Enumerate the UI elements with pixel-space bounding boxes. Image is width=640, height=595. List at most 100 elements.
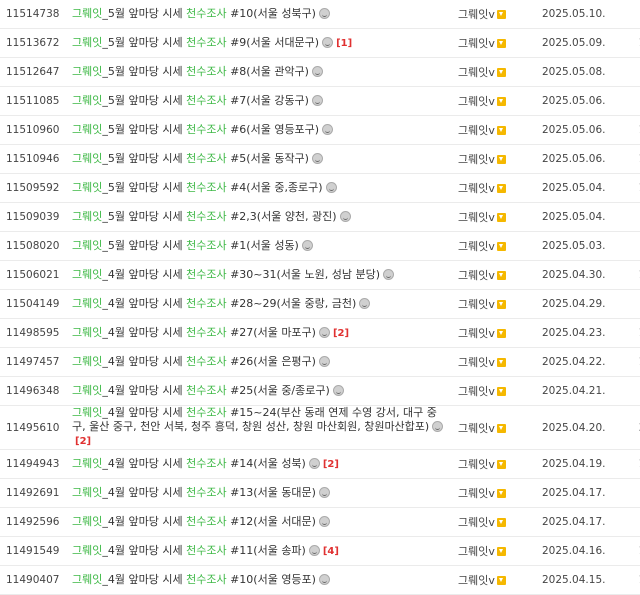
comment-count[interactable]: [4] — [323, 546, 339, 557]
post-title-cell: 그뤠잇_5월 앞마당 시세 천수조사 #9(서울 서대문구) [1] — [66, 29, 452, 58]
post-title-link[interactable]: 그뤠잇_5월 앞마당 시세 천수조사 #8(서울 관악구) — [72, 65, 323, 78]
title-text: #9(서울 서대문구) — [226, 35, 320, 49]
post-title-link[interactable]: 그뤠잇_5월 앞마당 시세 천수조사 #10(서울 성북구) — [72, 7, 330, 20]
post-row[interactable]: 11494943 그뤠잇_4월 앞마당 시세 천수조사 #14(서울 성북) [2]… — [0, 450, 640, 479]
post-title-link[interactable]: 그뤠잇_5월 앞마당 시세 천수조사 #9(서울 서대문구) — [72, 35, 334, 49]
post-number: 11497457 — [6, 356, 60, 368]
post-writer[interactable]: 그뤠잇v — [452, 450, 542, 479]
post-title-link[interactable]: 그뤠잇_4월 앞마당 시세 천수조사 #12(서울 서대문) — [72, 515, 330, 528]
post-title-link[interactable]: 그뤠잇_4월 앞마당 시세 천수조사 #11(서울 송파) — [72, 544, 320, 557]
post-number: 11511085 — [6, 95, 60, 107]
post-title-link[interactable]: 그뤠잇_5월 앞마당 시세 천수조사 #5(서울 동작구) — [72, 152, 323, 165]
post-row[interactable]: 11504149 그뤠잇_4월 앞마당 시세 천수조사 #28~29(서울 중랑,… — [0, 290, 640, 319]
title-text: #25(서울 중/종로구) — [226, 384, 330, 397]
post-row[interactable]: 11510960 그뤠잇_5월 앞마당 시세 천수조사 #6(서울 영등포구) 그뤠… — [0, 116, 640, 145]
post-title-link[interactable]: 그뤠잇_4월 앞마당 시세 천수조사 #25(서울 중/종로구) — [72, 384, 344, 397]
post-writer[interactable]: 그뤠잇v — [452, 232, 542, 261]
post-writer[interactable]: 그뤠잇v — [452, 319, 542, 348]
title-text: _4월 앞마당 시세 — [102, 456, 187, 470]
post-writer[interactable]: 그뤠잇v — [452, 29, 542, 58]
post-writer[interactable]: 그뤠잇v — [452, 203, 542, 232]
title-highlight: 그뤠잇 — [72, 65, 103, 78]
post-title-cell: 그뤠잇_4월 앞마당 시세 천수조사 #25(서울 중/종로구) — [66, 377, 452, 406]
post-row[interactable]: 11490407 그뤠잇_4월 앞마당 시세 천수조사 #10(서울 영등포) 그뤠… — [0, 566, 640, 595]
post-date: 2025.05.06. — [542, 124, 606, 136]
post-title-link[interactable]: 그뤠잇_4월 앞마당 시세 천수조사 #26(서울 은평구) — [72, 355, 330, 368]
title-text: _4월 앞마당 시세 — [102, 543, 187, 557]
post-writer[interactable]: 그뤠잇v — [452, 174, 542, 203]
title-highlight: 천수조사 — [186, 297, 227, 310]
title-text: _4월 앞마당 시세 — [102, 573, 187, 586]
title-text: _4월 앞마당 시세 — [102, 486, 187, 499]
post-row[interactable]: 11492691 그뤠잇_4월 앞마당 시세 천수조사 #13(서울 동대문) 그뤠… — [0, 479, 640, 508]
post-row[interactable]: 11497457 그뤠잇_4월 앞마당 시세 천수조사 #26(서울 은평구) 그뤠… — [0, 348, 640, 377]
post-writer[interactable]: 그뤠잇v — [452, 377, 542, 406]
post-title-link[interactable]: 그뤠잇_4월 앞마당 시세 천수조사 #10(서울 영등포) — [72, 573, 330, 586]
post-row[interactable]: 11495610 그뤠잇_4월 앞마당 시세 천수조사 #15~24(부산 동래 … — [0, 406, 640, 450]
post-title-link[interactable]: 그뤠잇_5월 앞마당 시세 천수조사 #4(서울 중,종로구) — [72, 181, 337, 194]
post-date: 2025.05.06. — [542, 153, 606, 165]
writer-name: 그뤠잇v — [458, 516, 495, 529]
post-row[interactable]: 11511085 그뤠잇_5월 앞마당 시세 천수조사 #7(서울 강동구) 그뤠잇… — [0, 87, 640, 116]
post-row[interactable]: 11510946 그뤠잇_5월 앞마당 시세 천수조사 #5(서울 동작구) 그뤠잇… — [0, 145, 640, 174]
post-title-link[interactable]: 그뤠잇_5월 앞마당 시세 천수조사 #1(서울 성동) — [72, 239, 313, 252]
post-title-link[interactable]: 그뤠잇_4월 앞마당 시세 천수조사 #13(서울 동대문) — [72, 486, 330, 499]
post-title-link[interactable]: 그뤠잇_4월 앞마당 시세 천수조사 #27(서울 마포구) — [72, 326, 330, 339]
post-row[interactable]: 11506021 그뤠잇_4월 앞마당 시세 천수조사 #30~31(서울 노원,… — [0, 261, 640, 290]
emoticon-icon — [318, 326, 330, 338]
post-list-body: 11514738 그뤠잇_5월 앞마당 시세 천수조사 #10(서울 성북구) 그뤠… — [0, 0, 640, 595]
title-highlight: 천수조사 — [186, 515, 227, 528]
post-row[interactable]: 11509039 그뤠잇_5월 앞마당 시세 천수조사 #2,3(서울 양천, 광… — [0, 203, 640, 232]
post-title-link[interactable]: 그뤠잇_4월 앞마당 시세 천수조사 #30~31(서울 노원, 성남 분당) — [72, 268, 395, 281]
post-row[interactable]: 11496348 그뤠잇_4월 앞마당 시세 천수조사 #25(서울 중/종로구)… — [0, 377, 640, 406]
title-highlight: 천수조사 — [186, 268, 227, 281]
post-views: 14 — [614, 319, 640, 348]
title-text: #2,3(서울 양천, 광진) — [226, 210, 337, 223]
post-title-cell: 그뤠잇_5월 앞마당 시세 천수조사 #6(서울 영등포구) — [66, 116, 452, 145]
post-row[interactable]: 11498595 그뤠잇_4월 앞마당 시세 천수조사 #27(서울 마포구) [2… — [0, 319, 640, 348]
title-text: _5월 앞마당 시세 — [102, 152, 187, 165]
title-text: #13(서울 동대문) — [226, 486, 316, 499]
post-title-cell: 그뤠잇_4월 앞마당 시세 천수조사 #30~31(서울 노원, 성남 분당) — [66, 261, 452, 290]
post-writer[interactable]: 그뤠잇v — [452, 479, 542, 508]
member-level-icon — [496, 10, 506, 19]
post-writer[interactable]: 그뤠잇v — [452, 0, 542, 29]
title-text: _4월 앞마당 시세 — [102, 268, 187, 281]
post-title-link[interactable]: 그뤠잇_4월 앞마당 시세 천수조사 #15~24(부산 동래 연제 수영 강서… — [72, 406, 444, 433]
post-row[interactable]: 11509592 그뤠잇_5월 앞마당 시세 천수조사 #4(서울 중,종로구) 그… — [0, 174, 640, 203]
post-row[interactable]: 11513672 그뤠잇_5월 앞마당 시세 천수조사 #9(서울 서대문구) [1… — [0, 29, 640, 58]
post-writer[interactable]: 그뤠잇v — [452, 145, 542, 174]
post-writer[interactable]: 그뤠잇v — [452, 58, 542, 87]
post-row[interactable]: 11491549 그뤠잇_4월 앞마당 시세 천수조사 #11(서울 송파) [4]… — [0, 537, 640, 566]
post-writer[interactable]: 그뤠잇v — [452, 87, 542, 116]
post-row[interactable]: 11514738 그뤠잇_5월 앞마당 시세 천수조사 #10(서울 성북구) 그뤠… — [0, 0, 640, 29]
post-writer[interactable]: 그뤠잇v — [452, 348, 542, 377]
comment-count[interactable]: [2] — [323, 459, 339, 470]
post-writer[interactable]: 그뤠잇v — [452, 406, 542, 450]
comment-count[interactable]: [2] — [333, 328, 349, 339]
writer-name: 그뤠잇v — [458, 182, 495, 195]
post-writer[interactable]: 그뤠잇v — [452, 508, 542, 537]
post-date: 2025.04.21. — [542, 385, 606, 397]
post-row[interactable]: 11512647 그뤠잇_5월 앞마당 시세 천수조사 #8(서울 관악구) 그뤠잇… — [0, 58, 640, 87]
post-title-link[interactable]: 그뤠잇_5월 앞마당 시세 천수조사 #6(서울 영등포구) — [72, 123, 334, 136]
post-writer[interactable]: 그뤠잇v — [452, 537, 542, 566]
title-text: _5월 앞마당 시세 — [102, 181, 187, 194]
post-writer[interactable]: 그뤠잇v — [452, 261, 542, 290]
title-highlight: 천수조사 — [186, 65, 227, 78]
post-title-link[interactable]: 그뤠잇_5월 앞마당 시세 천수조사 #2,3(서울 양천, 광진) — [72, 210, 351, 223]
post-writer[interactable]: 그뤠잇v — [452, 566, 542, 595]
title-highlight: 천수조사 — [186, 355, 227, 368]
post-title-link[interactable]: 그뤠잇_4월 앞마당 시세 천수조사 #14(서울 성북) — [72, 457, 320, 470]
comment-count[interactable]: [2] — [75, 436, 91, 447]
post-date: 2025.05.04. — [542, 182, 606, 194]
post-number: 11498595 — [6, 327, 60, 339]
post-writer[interactable]: 그뤠잇v — [452, 116, 542, 145]
post-row[interactable]: 11508020 그뤠잇_5월 앞마당 시세 천수조사 #1(서울 성동) 그뤠잇v… — [0, 232, 640, 261]
post-row[interactable]: 11492596 그뤠잇_4월 앞마당 시세 천수조사 #12(서울 서대문) 그뤠… — [0, 508, 640, 537]
post-title-link[interactable]: 그뤠잇_5월 앞마당 시세 천수조사 #7(서울 강동구) — [72, 94, 323, 107]
post-writer[interactable]: 그뤠잇v — [452, 290, 542, 319]
post-title-link[interactable]: 그뤠잇_4월 앞마당 시세 천수조사 #28~29(서울 중랑, 금천) — [72, 297, 371, 310]
comment-count[interactable]: [1] — [336, 38, 352, 49]
title-highlight: 그뤠잇 — [72, 355, 103, 368]
